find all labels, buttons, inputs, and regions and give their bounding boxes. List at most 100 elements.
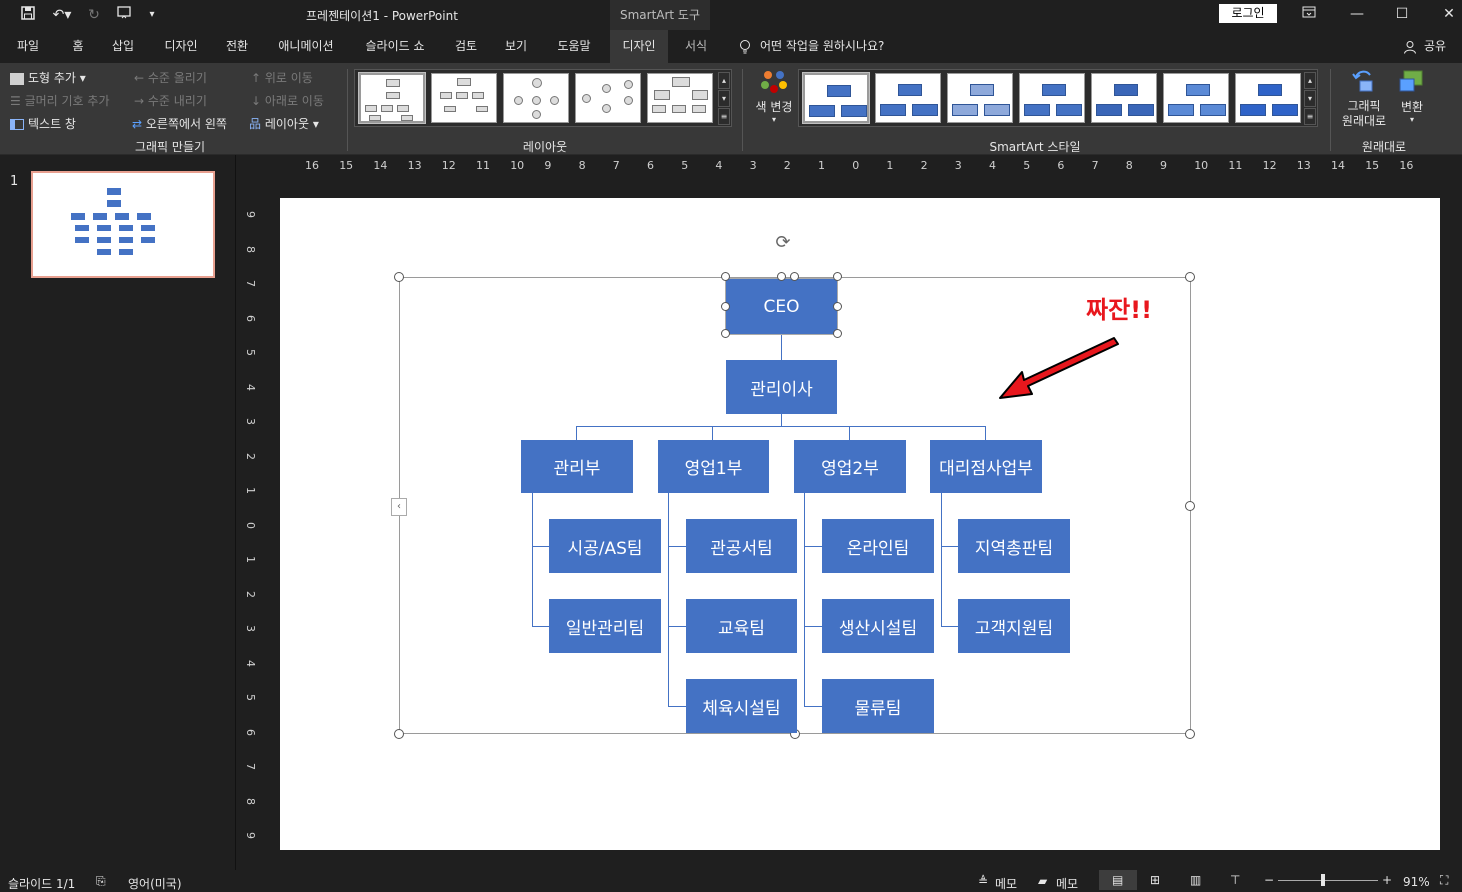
rotate-handle-icon[interactable]: ⟳: [772, 232, 794, 254]
spelling-icon[interactable]: ⎘: [96, 874, 106, 889]
org-node-department[interactable]: 영업1부: [658, 440, 769, 493]
org-node-team[interactable]: 생산시설팀: [822, 599, 934, 653]
tab-view[interactable]: 보기: [496, 30, 536, 63]
reading-view-icon[interactable]: ▥: [1190, 873, 1201, 887]
org-node-team[interactable]: 관공서팀: [686, 519, 797, 573]
layout-thumb-name-title[interactable]: [431, 73, 497, 123]
resize-handle[interactable]: [777, 272, 786, 281]
convert-button[interactable]: 변환 ▾: [1394, 67, 1430, 124]
tab-transitions[interactable]: 전환: [214, 30, 260, 63]
org-node-team[interactable]: 체육시설팀: [686, 679, 797, 733]
add-shape-button[interactable]: 도형 추가 ▾: [10, 69, 86, 86]
comments-button[interactable]: 메모: [1056, 875, 1078, 892]
tab-slideshow[interactable]: 슬라이드 쇼: [352, 30, 438, 63]
style-thumb-moderate-effect[interactable]: [1019, 73, 1085, 123]
reset-graphic-button[interactable]: 그래픽 원래대로: [1336, 67, 1392, 129]
layouts-more-icon[interactable]: ≡: [718, 108, 730, 125]
annotation-arrow[interactable]: [994, 336, 1126, 406]
tab-help[interactable]: 도움말: [544, 30, 604, 63]
style-thumb-polished[interactable]: [1163, 73, 1229, 123]
start-from-beginning-icon[interactable]: [112, 5, 138, 25]
resize-handle[interactable]: [790, 272, 799, 281]
tab-design[interactable]: 디자인: [152, 30, 210, 63]
styles-more-icon[interactable]: ≡: [1304, 108, 1316, 125]
org-node-team[interactable]: 고객지원팀: [958, 599, 1070, 653]
layouts-scroll-down-icon[interactable]: ▾: [718, 90, 730, 107]
zoom-slider[interactable]: [1278, 880, 1378, 881]
login-button[interactable]: 로그인: [1219, 4, 1277, 23]
move-down-button[interactable]: ↓ 아래로 이동: [251, 92, 324, 109]
right-to-left-button[interactable]: ⇄ 오른쪽에서 왼쪽: [132, 115, 227, 132]
tab-home[interactable]: 홈: [58, 30, 98, 63]
tab-format[interactable]: 서식: [674, 30, 718, 63]
slide-thumbnail[interactable]: [31, 171, 215, 278]
tell-me-input[interactable]: 어떤 작업을 원하시나요?: [760, 30, 910, 63]
org-node-team[interactable]: 시공/AS팀: [549, 519, 661, 573]
language-indicator[interactable]: 영어(미국): [128, 875, 182, 892]
add-bullet-button[interactable]: ☰ 글머리 기호 추가: [10, 92, 110, 109]
tab-animations[interactable]: 애니메이션: [268, 30, 344, 63]
org-node-team[interactable]: 온라인팀: [822, 519, 934, 573]
demote-button[interactable]: → 수준 내리기: [134, 92, 207, 109]
layout-button[interactable]: 品 레이아웃 ▾: [249, 115, 319, 132]
style-thumb-simple-fill[interactable]: [802, 72, 870, 124]
org-node-team[interactable]: 교육팀: [686, 599, 797, 653]
layout-thumb-horizontal-hierarchy[interactable]: [575, 73, 641, 123]
org-node-department[interactable]: 영업2부: [794, 440, 906, 493]
tab-smartart-design[interactable]: 디자인: [610, 30, 668, 63]
style-thumb-inset[interactable]: [1235, 73, 1301, 123]
org-node-ceo[interactable]: CEO: [725, 278, 838, 335]
resize-handle[interactable]: [833, 302, 842, 311]
layout-thumb-labeled-hierarchy[interactable]: [647, 73, 713, 123]
org-node-department[interactable]: 관리부: [521, 440, 633, 493]
style-thumb-white-outline[interactable]: [875, 73, 941, 123]
resize-handle[interactable]: [1185, 272, 1195, 282]
resize-handle[interactable]: [394, 729, 404, 739]
zoom-slider-thumb[interactable]: [1321, 874, 1325, 886]
minimize-icon[interactable]: —: [1334, 3, 1380, 25]
layout-thumb-org-chart[interactable]: [358, 72, 426, 124]
text-pane-toggle-icon[interactable]: ‹: [391, 498, 407, 516]
layout-thumb-circle-hierarchy[interactable]: [503, 73, 569, 123]
org-node-team[interactable]: 일반관리팀: [549, 599, 661, 653]
zoom-in-icon[interactable]: +: [1382, 873, 1392, 887]
promote-button[interactable]: ← 수준 올리기: [134, 69, 207, 86]
fit-to-window-icon[interactable]: ⛶: [1440, 873, 1448, 888]
org-node-department[interactable]: 대리점사업부: [930, 440, 1042, 493]
ribbon-display-options-icon[interactable]: [1286, 3, 1332, 25]
zoom-level[interactable]: 91%: [1403, 875, 1430, 889]
tab-review[interactable]: 검토: [446, 30, 486, 63]
layouts-scroll-up-icon[interactable]: ▴: [718, 72, 730, 89]
resize-handle[interactable]: [1185, 501, 1195, 511]
undo-icon[interactable]: ↶▾: [48, 5, 76, 25]
resize-handle[interactable]: [833, 329, 842, 338]
resize-handle[interactable]: [721, 302, 730, 311]
slideshow-view-icon[interactable]: ⊤: [1230, 873, 1240, 887]
slide-sorter-icon[interactable]: ⊞: [1150, 873, 1160, 887]
resize-handle[interactable]: [394, 272, 404, 282]
tab-file[interactable]: 파일: [6, 30, 50, 63]
change-colors-button[interactable]: 색 변경 ▾: [752, 69, 796, 135]
move-up-button[interactable]: ↑ 위로 이동: [251, 69, 313, 86]
resize-handle[interactable]: [721, 329, 730, 338]
notes-button[interactable]: 메모: [995, 875, 1017, 892]
org-node-director[interactable]: 관리이사: [726, 360, 837, 414]
zoom-out-icon[interactable]: −: [1264, 873, 1274, 887]
style-thumb-subtle-effect[interactable]: [947, 73, 1013, 123]
org-node-team[interactable]: 지역총판팀: [958, 519, 1070, 573]
close-icon[interactable]: ✕: [1426, 3, 1462, 25]
styles-scroll-up-icon[interactable]: ▴: [1304, 72, 1316, 89]
tab-insert[interactable]: 삽입: [100, 30, 146, 63]
save-icon[interactable]: [18, 5, 38, 25]
maximize-icon[interactable]: ☐: [1379, 3, 1425, 25]
annotation-text[interactable]: 짜잔!!: [1086, 290, 1152, 325]
style-thumb-intense-effect[interactable]: [1091, 73, 1157, 123]
redo-icon[interactable]: ↻: [84, 5, 104, 25]
styles-scroll-down-icon[interactable]: ▾: [1304, 90, 1316, 107]
share-button[interactable]: 공유: [1420, 30, 1450, 63]
text-pane-button[interactable]: 텍스트 창: [10, 115, 76, 132]
customize-qat-icon[interactable]: ▾: [142, 5, 162, 25]
resize-handle[interactable]: [833, 272, 842, 281]
resize-handle[interactable]: [1185, 729, 1195, 739]
resize-handle[interactable]: [721, 272, 730, 281]
